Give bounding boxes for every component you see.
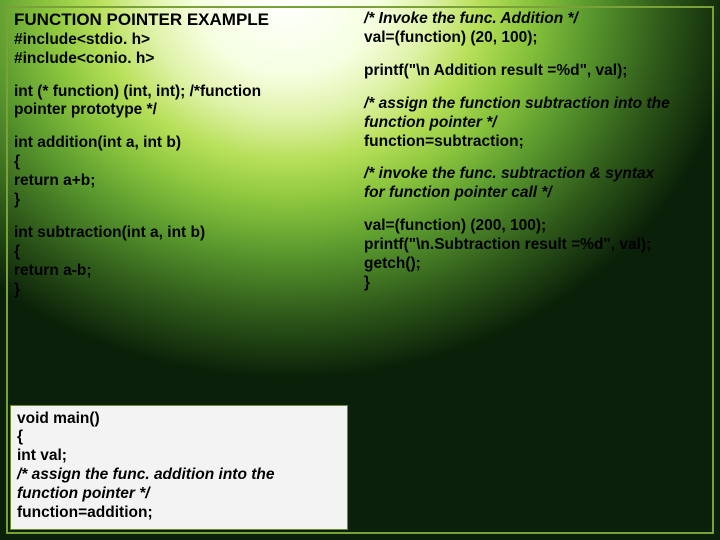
subtraction-open: {: [14, 243, 352, 262]
assign-addition: function=addition;: [17, 504, 341, 523]
assign-subtraction: function=subtraction;: [364, 133, 706, 152]
invoke-subtraction-call: val=(function) (200, 100);: [364, 217, 706, 236]
addition-sig: int addition(int a, int b): [14, 134, 352, 153]
invoke-sub-comment-2: for function pointer call */: [364, 184, 706, 203]
slide-title: FUNCTION POINTER EXAMPLE: [14, 10, 352, 31]
assign-sub-comment-1: /* assign the function subtraction into …: [364, 95, 706, 114]
assign-add-comment-1: /* assign the func. addition into the: [17, 466, 341, 485]
main-function-box: void main() { int val; /* assign the fun…: [10, 405, 348, 530]
include-conio: #include<conio. h>: [14, 50, 352, 69]
getch-call: getch();: [364, 255, 706, 274]
invoke-addition-comment: /* Invoke the func. Addition */: [364, 10, 706, 29]
right-column: /* Invoke the func. Addition */ val=(fun…: [364, 10, 712, 532]
addition-open: {: [14, 153, 352, 172]
printf-subtraction: printf("\n.Subtraction result =%d", val)…: [364, 236, 706, 255]
printf-addition-block: printf("\n Addition result =%d", val);: [364, 62, 706, 81]
invoke-sub-comment-block: /* invoke the func. subtraction & syntax…: [364, 165, 706, 203]
addition-func-block: int addition(int a, int b) { return a+b;…: [14, 134, 352, 210]
prototype-line-1: int (* function) (int, int); /*function: [14, 83, 352, 102]
assign-add-comment-2: function pointer */: [17, 485, 341, 504]
addition-close: }: [14, 191, 352, 210]
prototype-block: int (* function) (int, int); /*function …: [14, 83, 352, 121]
main-open: {: [17, 428, 341, 447]
final-block: val=(function) (200, 100); printf("\n.Su…: [364, 217, 706, 293]
header-block: FUNCTION POINTER EXAMPLE #include<stdio.…: [14, 10, 352, 69]
subtraction-return: return a-b;: [14, 262, 352, 281]
include-stdio: #include<stdio. h>: [14, 31, 352, 50]
invoke-sub-comment-1: /* invoke the func. subtraction & syntax: [364, 165, 706, 184]
invoke-addition-block: /* Invoke the func. Addition */ val=(fun…: [364, 10, 706, 48]
main-decl: int val;: [17, 447, 341, 466]
main-close: }: [364, 274, 706, 293]
subtraction-close: }: [14, 281, 352, 300]
assign-sub-comment-2: function pointer */: [364, 114, 706, 133]
addition-return: return a+b;: [14, 172, 352, 191]
subtraction-sig: int subtraction(int a, int b): [14, 224, 352, 243]
main-sig: void main(): [17, 410, 341, 429]
printf-addition: printf("\n Addition result =%d", val);: [364, 62, 706, 81]
assign-subtraction-block: /* assign the function subtraction into …: [364, 95, 706, 152]
invoke-addition-call: val=(function) (20, 100);: [364, 29, 706, 48]
prototype-line-2: pointer prototype */: [14, 101, 352, 120]
